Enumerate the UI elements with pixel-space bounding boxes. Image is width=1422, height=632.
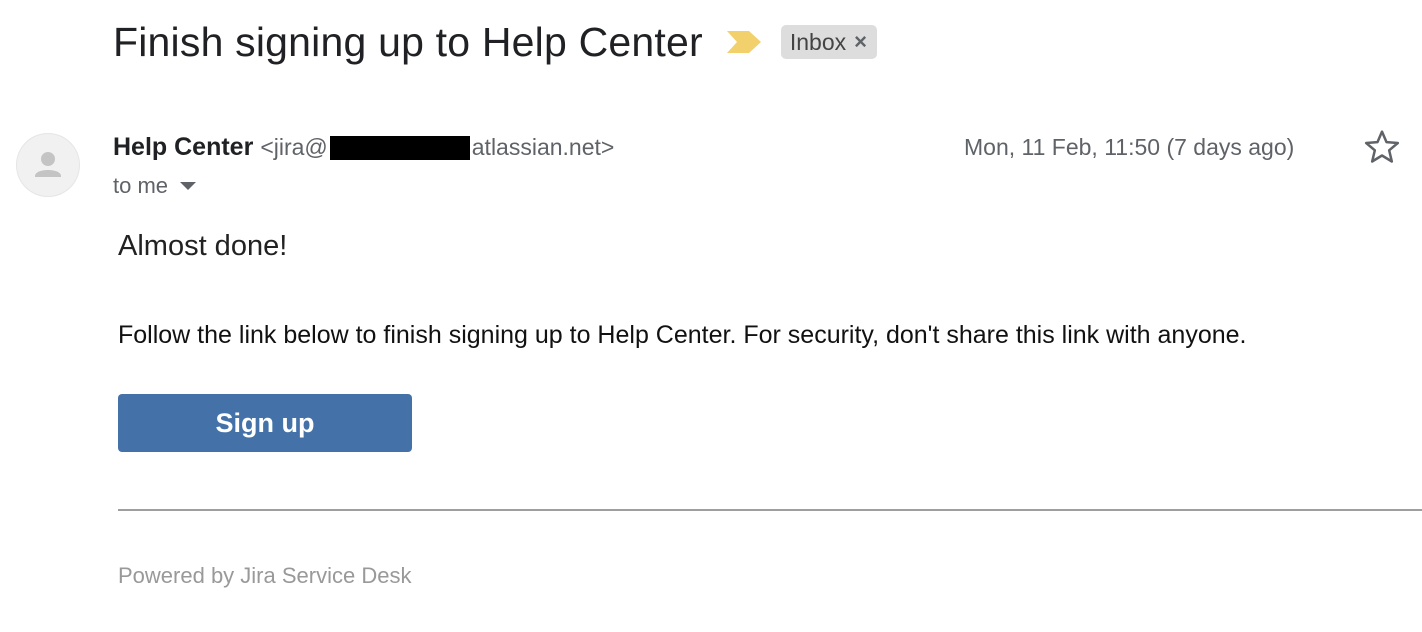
email-date: Mon, 11 Feb, 11:50 (7 days ago)	[964, 134, 1295, 160]
email-body-heading: Almost done!	[118, 230, 288, 262]
caret-down-icon	[180, 182, 197, 190]
default-avatar-icon[interactable]	[16, 133, 80, 197]
sender-email-suffix: atlassian.net>	[471, 133, 615, 160]
recipient-label: to me	[113, 173, 169, 198]
email-footer: Powered by Jira Service Desk	[118, 563, 412, 588]
sender-row: Help Center <jira@ atlassian.net>	[113, 130, 614, 164]
label-name: Inbox	[789, 28, 847, 55]
email-body-text: Follow the link below to finish signing …	[118, 321, 1247, 349]
inbox-label-chip[interactable]: Inbox ×	[780, 25, 877, 59]
remove-label-icon[interactable]: ×	[854, 29, 867, 55]
star-outline-icon[interactable]	[1362, 127, 1402, 167]
redaction-bar	[329, 136, 470, 161]
recipient-details-toggle[interactable]: to me	[113, 170, 197, 202]
sign-up-button[interactable]: Sign up	[118, 394, 412, 452]
importance-marker-icon[interactable]	[726, 31, 761, 53]
sender-name[interactable]: Help Center	[113, 133, 253, 162]
sender-email-prefix: <jira@	[260, 133, 328, 160]
email-subject-row: Finish signing up to Help Center Inbox ×	[113, 14, 877, 70]
sender-email: <jira@ atlassian.net>	[260, 134, 614, 161]
divider	[118, 509, 1422, 511]
email-subject: Finish signing up to Help Center	[113, 18, 703, 65]
